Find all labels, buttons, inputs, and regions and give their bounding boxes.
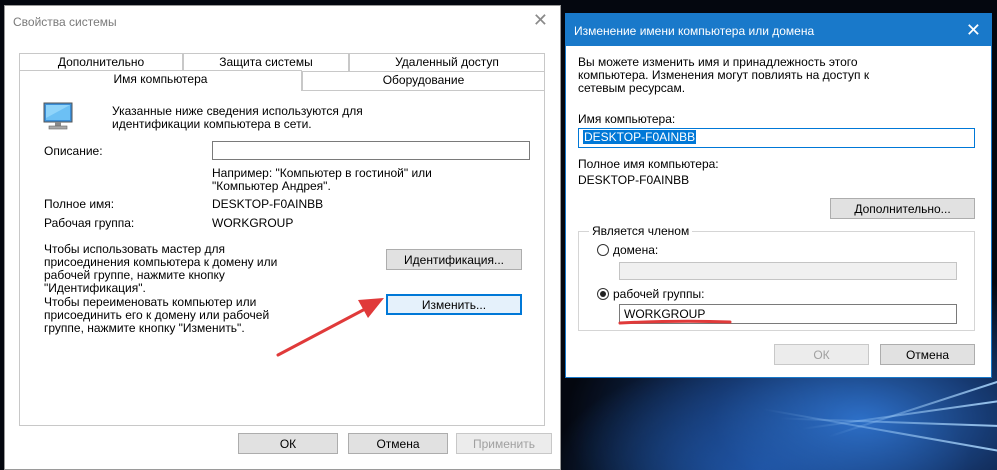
annotation-arrow: [276, 298, 384, 357]
annotation-underline: [618, 319, 732, 325]
tab-computer-name[interactable]: Имя компьютера: [19, 70, 302, 91]
